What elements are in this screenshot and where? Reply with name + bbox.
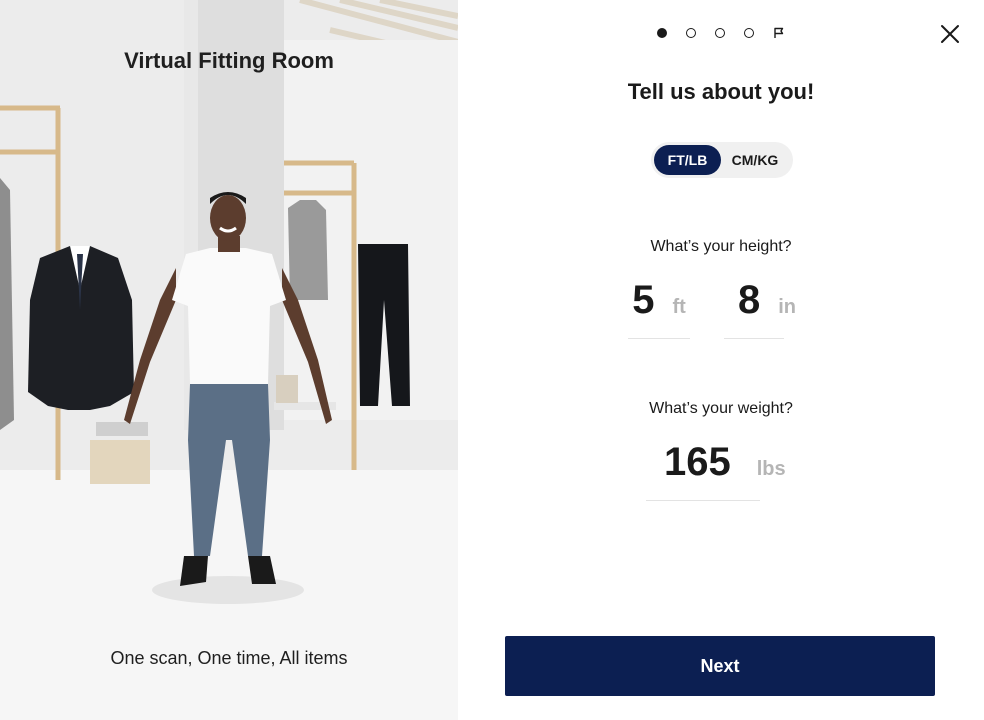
profile-form-panel <box>458 0 984 720</box>
unit-option-cm-kg[interactable]: CM/KG <box>721 145 789 175</box>
step-dot-3 <box>715 28 725 38</box>
flag-icon <box>774 27 784 38</box>
showroom-illustration <box>0 0 458 720</box>
weight-value: 165 <box>664 440 731 484</box>
app-root: Virtual Fitting Room One scan, One time,… <box>0 0 984 720</box>
weight-label: What’s your weight? <box>649 400 793 417</box>
fitting-room-caption: One scan, One time, All items <box>110 648 348 668</box>
height-inches-value: 8 <box>737 278 761 322</box>
progress-stepper <box>657 27 785 39</box>
height-feet-underline <box>628 338 690 339</box>
height-label: What’s your height? <box>650 238 792 255</box>
fitting-room-title: Virtual Fitting Room <box>124 48 334 73</box>
fitting-room-panel: Virtual Fitting Room One scan, One time,… <box>0 0 458 720</box>
step-dot-4 <box>744 28 754 38</box>
height-feet-value: 5 <box>632 278 655 322</box>
height-feet-unit: ft <box>672 296 686 318</box>
step-dot-2 <box>686 28 696 38</box>
weight-unit: lbs <box>756 458 786 480</box>
weight-underline <box>646 500 760 501</box>
weight-field[interactable]: 165 lbs <box>646 440 806 485</box>
height-inches-unit: in <box>778 296 797 318</box>
close-icon[interactable] <box>938 22 962 46</box>
next-button[interactable]: Next <box>505 636 935 696</box>
height-inches-field[interactable]: 8 in <box>724 278 810 323</box>
unit-option-ft-lb[interactable]: FT/LB <box>654 145 721 175</box>
unit-toggle: FT/LB CM/KG <box>651 142 793 178</box>
height-inches-underline <box>724 338 784 339</box>
step-dot-1 <box>657 28 667 38</box>
height-feet-field[interactable]: 5 ft <box>628 278 690 323</box>
form-heading: Tell us about you! <box>627 79 815 104</box>
